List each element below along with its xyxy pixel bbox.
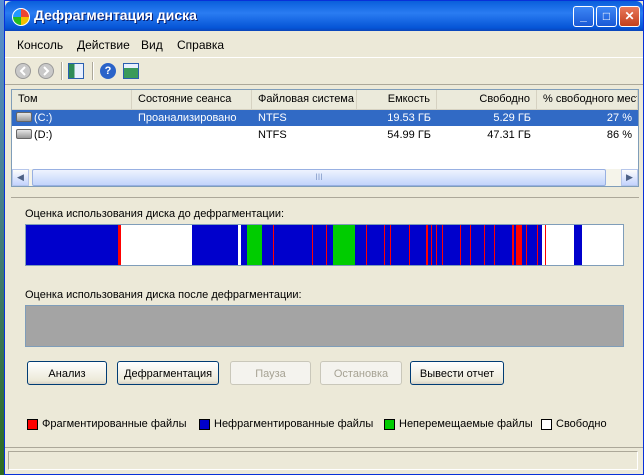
legend-free: Свободно (556, 418, 607, 430)
menu-bar: Консоль Действие Вид Справка (5, 31, 643, 55)
after-defrag-map (25, 305, 624, 347)
minimize-button[interactable]: _ (573, 6, 594, 27)
menu-console[interactable]: Консоль (17, 38, 63, 52)
volume-row-d[interactable]: (D:) NTFS 54.99 ГБ 47.31 ГБ 86 % (12, 127, 638, 143)
view-report-button[interactable]: Вывести отчет (410, 361, 504, 385)
properties-icon[interactable] (123, 63, 139, 79)
show-hide-tree-icon[interactable] (68, 63, 84, 79)
legend-contiguous: Нефрагментированные файлы (214, 418, 374, 430)
disk-usage-graphic (26, 225, 623, 265)
volume-name: (D:) (34, 129, 53, 141)
menu-help[interactable]: Справка (177, 38, 224, 52)
menu-action[interactable]: Действие (77, 38, 130, 52)
toolbar-separator (92, 62, 94, 80)
percent-free: 27 % (606, 112, 632, 124)
scroll-thumb[interactable]: III (32, 169, 606, 186)
analyze-button[interactable]: Анализ (27, 361, 107, 385)
after-defrag-label: Оценка использования диска после дефрагм… (25, 289, 302, 301)
menu-view[interactable]: Вид (141, 38, 163, 52)
volume-row-c[interactable]: (C:) Проанализировано NTFS 19.53 ГБ 5.29… (12, 110, 638, 126)
volume-list[interactable]: Том Состояние сеанса Файловая система Ем… (11, 89, 639, 187)
scroll-right-button[interactable]: ▶ (621, 169, 638, 186)
session-status: Проанализировано (138, 112, 237, 124)
legend-unmovable: Неперемещаемые файлы (399, 418, 533, 430)
column-free[interactable]: Свободно (437, 90, 537, 109)
free-space: 5.29 ГБ (493, 112, 531, 124)
before-defrag-map (25, 224, 624, 266)
window-title: Дефрагментация диска (34, 7, 197, 23)
column-volume[interactable]: Том (12, 90, 132, 109)
scroll-left-button[interactable]: ◀ (12, 169, 29, 186)
legend-fragmented: Фрагментированные файлы (42, 418, 187, 430)
defrag-window: Дефрагментация диска _ □ ✕ Консоль Дейст… (4, 0, 644, 475)
volume-name: (C:) (34, 112, 53, 124)
capacity: 54.99 ГБ (387, 129, 431, 141)
toolbar: ? (5, 57, 643, 85)
column-capacity[interactable]: Емкость (357, 90, 437, 109)
forward-icon[interactable] (38, 63, 54, 79)
fragmented-swatch (27, 419, 38, 430)
column-file-system[interactable]: Файловая система (252, 90, 357, 109)
file-system: NTFS (258, 129, 287, 141)
title-bar[interactable]: Дефрагментация диска _ □ ✕ (5, 1, 643, 31)
horizontal-scrollbar[interactable]: ◀ III ▶ (12, 169, 638, 186)
status-panel (8, 451, 638, 470)
maximize-button[interactable]: □ (596, 6, 617, 27)
column-session-status[interactable]: Состояние сеанса (132, 90, 252, 109)
back-icon[interactable] (15, 63, 31, 79)
toolbar-separator (61, 62, 63, 80)
contiguous-swatch (199, 419, 210, 430)
capacity: 19.53 ГБ (387, 112, 431, 124)
status-bar (5, 447, 643, 474)
defragment-button[interactable]: Дефрагментация (117, 361, 219, 385)
close-button[interactable]: ✕ (619, 6, 640, 27)
before-defrag-label: Оценка использования диска до дефрагмент… (25, 208, 285, 220)
volume-list-header: Том Состояние сеанса Файловая система Ем… (12, 90, 638, 110)
session-status (132, 128, 252, 142)
file-system: NTFS (258, 112, 287, 124)
free-swatch (541, 419, 552, 430)
percent-free: 86 % (606, 129, 632, 141)
analysis-panel: Оценка использования диска до дефрагмент… (11, 197, 639, 441)
free-space: 47.31 ГБ (487, 129, 531, 141)
defrag-app-icon (12, 8, 30, 26)
legend: Фрагментированные файлы Нефрагментирован… (11, 415, 639, 433)
help-icon[interactable]: ? (100, 63, 116, 79)
stop-button[interactable]: Остановка (320, 361, 402, 385)
unmovable-swatch (384, 419, 395, 430)
column-percent-free[interactable]: % свободного мест (537, 90, 638, 109)
pause-button[interactable]: Пауза (230, 361, 311, 385)
